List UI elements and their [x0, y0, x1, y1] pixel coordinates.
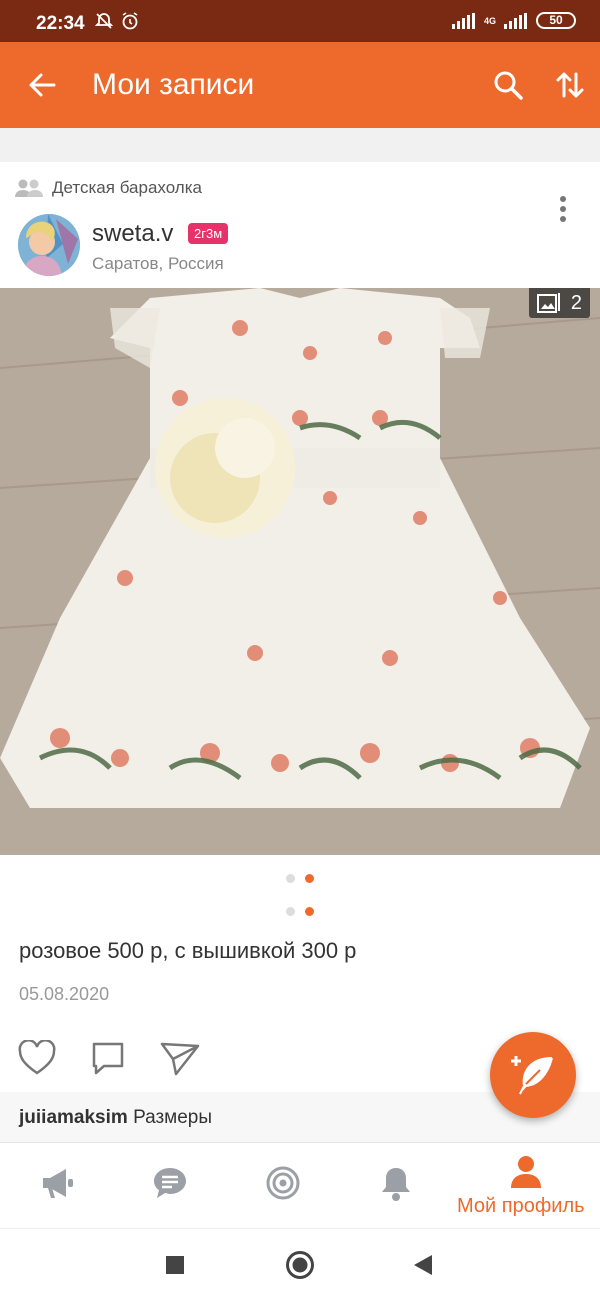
nav-feed-megaphone-icon[interactable] — [40, 1165, 76, 1201]
avatar[interactable] — [18, 214, 80, 276]
nav-notifications-bell-icon[interactable] — [378, 1165, 414, 1203]
bottom-nav: Мой профиль — [0, 1142, 600, 1228]
feather-plus-icon — [511, 1056, 553, 1095]
age-badge: 2г3м — [188, 223, 229, 244]
photo-pager-2 — [0, 907, 600, 916]
nav-messages-icon[interactable] — [152, 1165, 188, 1201]
status-left-icons — [94, 11, 140, 31]
status-right-icons: 4G 50 — [451, 12, 576, 29]
signal-icon — [451, 12, 475, 29]
post-text: розовое 500 р, с вышивкой 300 р — [19, 938, 357, 963]
nav-profile-icon[interactable] — [508, 1153, 544, 1189]
nav-profile-label[interactable]: Мой профиль — [457, 1195, 585, 1218]
group-name: Детская барахолка — [52, 178, 202, 197]
pager-dot-active[interactable] — [305, 907, 314, 916]
dress-photo — [0, 288, 600, 855]
feed-gap — [0, 128, 600, 162]
post-card: Детская барахолка sweta.v 2г3м Саратов, … — [0, 162, 600, 1142]
avatar-image — [18, 214, 80, 276]
alarm-icon — [122, 12, 138, 30]
app-bar: Мои записи — [0, 42, 600, 128]
pager-dot[interactable] — [286, 907, 295, 916]
status-bar: 22:34 4G 50 — [0, 0, 600, 42]
nav-discussions-icon[interactable] — [265, 1165, 301, 1201]
sort-icon[interactable] — [554, 69, 586, 101]
photo-count-badge: 2 — [528, 288, 590, 318]
share-icon[interactable] — [160, 1040, 200, 1076]
like-icon[interactable] — [18, 1040, 56, 1076]
system-nav-bar — [0, 1228, 600, 1299]
back-triangle-icon[interactable] — [412, 1254, 434, 1276]
search-icon[interactable] — [492, 69, 524, 101]
comment-author: juiiamaksim — [19, 1107, 128, 1128]
comment-icon[interactable] — [90, 1040, 126, 1076]
post-actions — [18, 1040, 200, 1076]
photo-pager — [0, 874, 600, 883]
home-icon[interactable] — [285, 1250, 315, 1280]
signal-icon-2 — [504, 12, 527, 29]
photo-count: 2 — [570, 291, 582, 314]
post-date: 05.08.2020 — [19, 984, 110, 1004]
network-type: 4G — [483, 15, 496, 26]
status-time: 22:34 — [36, 13, 85, 34]
more-options-icon[interactable] — [556, 194, 570, 224]
battery-indicator: 50 — [536, 12, 576, 29]
notifications-off-icon — [94, 13, 114, 29]
comment-text: Размеры — [133, 1107, 213, 1128]
back-arrow-icon[interactable] — [26, 69, 58, 101]
page-title: Мои записи — [92, 68, 255, 101]
gallery-icon — [536, 293, 560, 313]
post-photo[interactable]: 2 — [0, 288, 600, 855]
author-location: Саратов, Россия — [92, 254, 224, 273]
new-post-button[interactable] — [490, 1032, 576, 1118]
author-name[interactable]: sweta.v — [92, 220, 173, 248]
pager-dot-active[interactable] — [305, 874, 314, 883]
recent-apps-icon[interactable] — [165, 1255, 185, 1275]
post-group[interactable]: Детская барахолка — [14, 178, 202, 198]
group-icon — [15, 179, 43, 197]
pager-dot[interactable] — [286, 874, 295, 883]
